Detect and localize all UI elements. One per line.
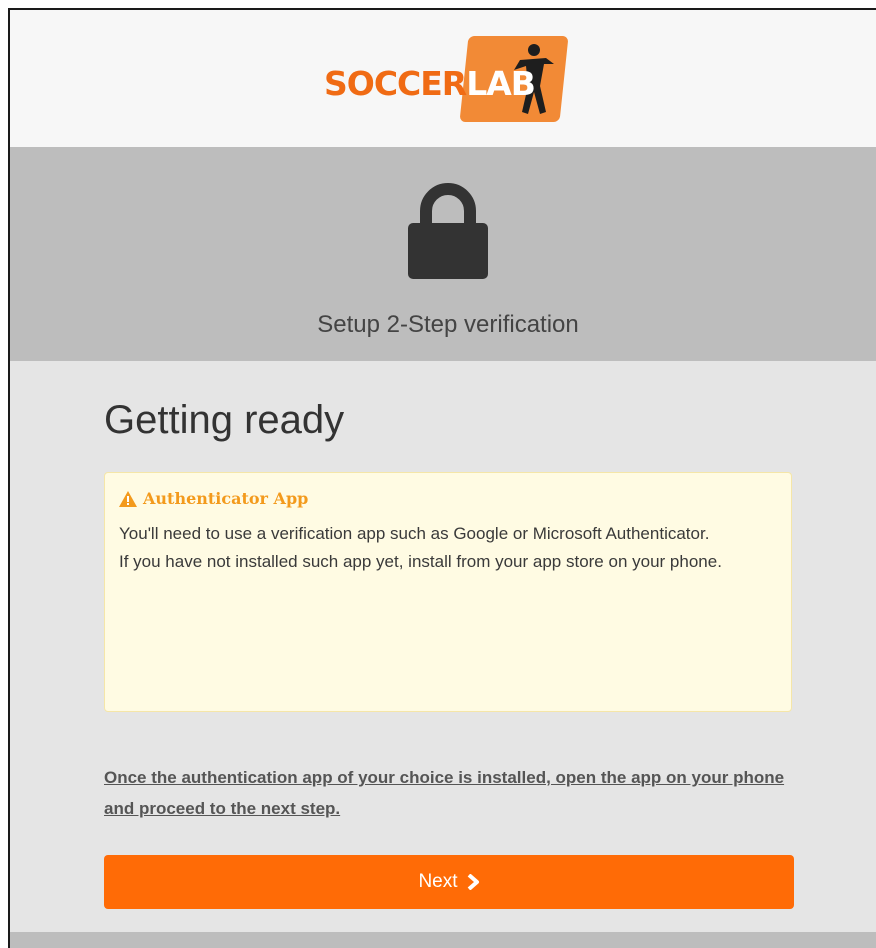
- notice-body: You'll need to use a verification app su…: [119, 520, 777, 576]
- next-button-label: Next: [418, 871, 458, 892]
- notice-line-2: If you have not installed such app yet, …: [119, 552, 722, 571]
- warning-icon: [119, 490, 137, 507]
- lock-icon: [408, 183, 488, 279]
- soccerlab-logo[interactable]: SOCCERLAB: [324, 32, 574, 130]
- notice-line-1: You'll need to use a verification app su…: [119, 524, 710, 543]
- header-band: Setup 2-Step verification: [10, 147, 876, 361]
- next-button[interactable]: Next: [104, 855, 794, 909]
- logo-text: SOCCERLAB: [324, 64, 536, 103]
- header-title: Setup 2-Step verification: [317, 311, 579, 338]
- logo-bar: SOCCERLAB: [10, 10, 876, 147]
- page-frame: SOCCERLAB Setup 2-Step verification Gett…: [8, 8, 876, 948]
- chevron-right-icon: [467, 874, 479, 890]
- footer-band: [10, 932, 876, 948]
- page-title: Getting ready: [104, 398, 345, 442]
- instruction-text: Once the authentication app of your choi…: [104, 768, 785, 818]
- authenticator-notice: Authenticator App You'll need to use a v…: [104, 472, 792, 712]
- notice-heading-text: Authenticator App: [143, 489, 309, 508]
- notice-heading: Authenticator App: [119, 489, 777, 508]
